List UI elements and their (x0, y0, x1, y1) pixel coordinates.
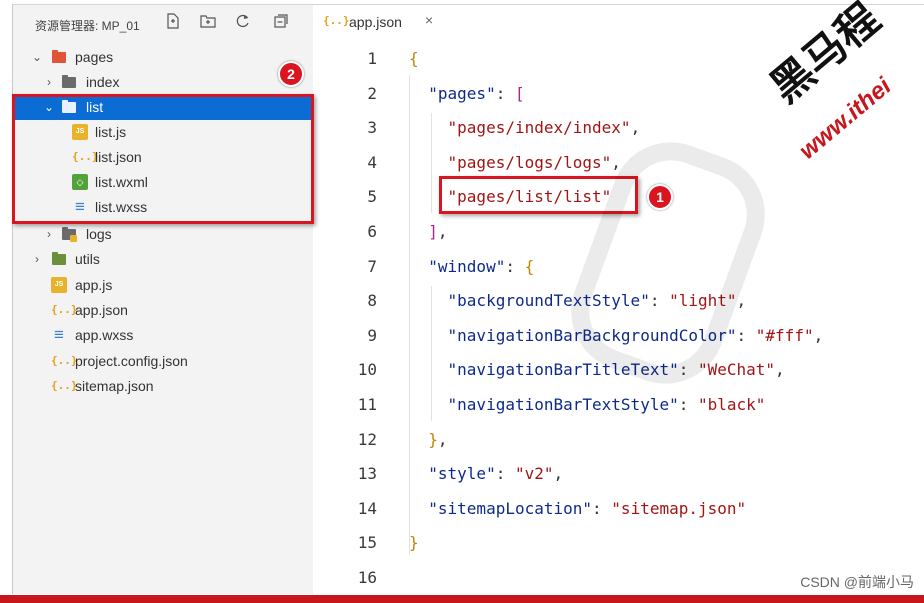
tree-item-label: project.config.json (75, 353, 188, 369)
code-text: { (409, 49, 419, 68)
code-text: "window": { (428, 256, 535, 276)
code-text: }, (428, 429, 448, 449)
chevron-right-icon: › (47, 75, 51, 89)
tree-item-label: app.js (75, 277, 113, 293)
csdn-credit: CSDN @前端小马 (800, 574, 914, 590)
tree-item-label: pages (75, 49, 114, 65)
line-number: 10 (357, 360, 377, 380)
tree-item-label: sitemap.json (75, 378, 154, 394)
line-number: 9 (367, 325, 377, 345)
code-line[interactable]: 2 "pages": [ (313, 77, 924, 111)
new-folder-icon[interactable] (198, 13, 218, 33)
code-line[interactable]: 13 "style": "v2", (313, 457, 924, 491)
line-number: 1 (367, 49, 377, 68)
tree-item-label: logs (86, 226, 112, 242)
line-number: 7 (367, 256, 377, 276)
collapse-all-icon[interactable] (271, 13, 291, 33)
close-icon[interactable]: × (425, 12, 433, 28)
new-file-icon[interactable] (163, 13, 183, 33)
line-number: 4 (367, 152, 377, 172)
code-line[interactable]: 11 "navigationBarTextStyle": "black" (313, 388, 924, 422)
explorer-header: 资源管理器: MP_01 (13, 5, 313, 43)
code-text: "sitemapLocation": "sitemap.json" (428, 498, 747, 518)
tree-item-label: app.json (75, 302, 128, 318)
tree-item-utils[interactable]: › utils (13, 247, 313, 272)
tree-item-app-json[interactable]: {..} app.json (13, 298, 313, 323)
tree-item-label: index (86, 74, 120, 90)
tab-label: app.json (349, 14, 402, 30)
line-number: 2 (367, 83, 377, 103)
tree-item-app-wxss[interactable]: ≡ app.wxss (13, 323, 313, 348)
folder-red-icon (51, 49, 67, 65)
folder-green-icon (51, 251, 67, 267)
line-number: 5 (367, 187, 377, 207)
js-file-icon: JS (51, 277, 67, 293)
tree-item-logs[interactable]: › logs (13, 222, 313, 247)
line-number: 6 (367, 222, 377, 241)
refresh-icon[interactable] (233, 13, 253, 33)
code-line[interactable]: 15} (313, 526, 924, 560)
wxss-file-icon: ≡ (54, 325, 64, 344)
line-number: 8 (367, 291, 377, 311)
tab-app-json[interactable]: {..} app.json × (313, 5, 448, 39)
json-file-icon: {..} (51, 303, 78, 316)
tree-item-label: app.wxss (75, 327, 134, 343)
line-number: 13 (357, 464, 377, 484)
line-number: 3 (367, 118, 377, 138)
code-line[interactable]: 1{ (313, 42, 924, 76)
folder-icon (61, 226, 77, 242)
code-line[interactable]: 14 "sitemapLocation": "sitemap.json" (313, 492, 924, 526)
chevron-down-icon: ⌄ (31, 50, 43, 64)
line-number: 14 (357, 498, 377, 518)
highlight-list-folder (12, 94, 314, 224)
line-number: 16 (357, 568, 377, 587)
line-number: 11 (357, 395, 377, 414)
folder-icon (61, 74, 77, 90)
code-line[interactable]: 3 "pages/index/index", (313, 111, 924, 145)
explorer-title: 资源管理器: MP_01 (35, 19, 140, 33)
line-number: 15 (357, 533, 377, 553)
chevron-right-icon: › (47, 227, 51, 241)
json-file-icon: {..} (323, 14, 350, 27)
code-text: ], (428, 222, 448, 241)
code-text: } (409, 533, 419, 553)
tree-item-sitemap[interactable]: {..} sitemap.json (13, 374, 313, 399)
chevron-right-icon: › (35, 252, 39, 266)
code-text: "pages/logs/logs", (447, 152, 621, 172)
tree-item-index[interactable]: › index (13, 70, 313, 95)
code-text: "pages/index/index", (447, 118, 641, 138)
tree-item-app-js[interactable]: JS app.js (13, 273, 313, 298)
json-file-icon: {..} (51, 354, 78, 367)
annotation-badge-2: 2 (278, 61, 304, 87)
code-line[interactable]: 12 }, (313, 423, 924, 457)
code-text: "pages": [ (428, 83, 525, 103)
code-text: "navigationBarTitleText": "WeChat", (447, 360, 785, 380)
tree-item-label: utils (75, 251, 100, 267)
code-text: "style": "v2", (428, 464, 564, 484)
json-file-icon: {..} (51, 379, 78, 392)
code-text: "navigationBarTextStyle": "black" (447, 395, 766, 414)
tree-item-pages[interactable]: ⌄ pages (13, 45, 313, 70)
bottom-red-bar (0, 595, 924, 603)
tree-item-project-config[interactable]: {..} project.config.json (13, 349, 313, 374)
line-number: 12 (357, 429, 377, 449)
